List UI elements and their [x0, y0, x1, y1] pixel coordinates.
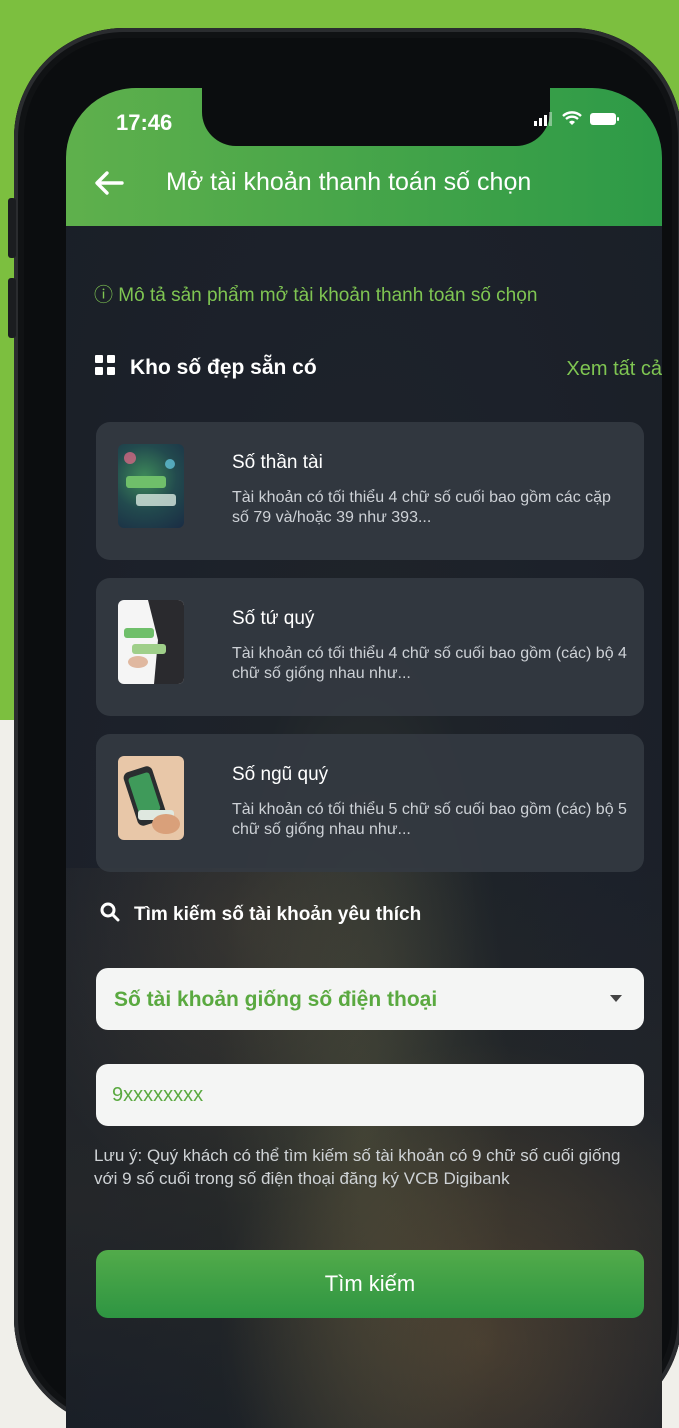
- number-type-card[interactable]: Số thần tài Tài khoản có tối thiểu 4 chữ…: [96, 422, 644, 560]
- status-time: 17:46: [116, 110, 173, 135]
- search-icon: [100, 902, 120, 928]
- phone-frame: 17:46 Mở tài khoản thanh toán số chọn ⓘ …: [8, 28, 679, 1428]
- chevron-down-icon: [610, 995, 622, 1002]
- back-arrow-icon[interactable]: [92, 166, 126, 200]
- card-description: Tài khoản có tối thiểu 5 chữ số cuối bao…: [232, 801, 627, 838]
- grid-icon: [94, 354, 116, 382]
- select-value: Số tài khoản giống số điện thoại: [114, 988, 438, 1011]
- search-title: Tìm kiếm số tài khoản yêu thích: [134, 904, 422, 925]
- card-title: Số thần tài: [232, 452, 323, 473]
- number-type-card[interactable]: Số tứ quý Tài khoản có tối thiểu 4 chữ s…: [96, 578, 644, 716]
- card-description: Tài khoản có tối thiểu 4 chữ số cuối bao…: [232, 645, 627, 682]
- card-thumbnail-image: [118, 444, 184, 528]
- volume-button: [8, 278, 16, 338]
- card-description: Tài khoản có tối thiểu 4 chữ số cuối bao…: [232, 489, 611, 526]
- gallery-title: Kho số đẹp sẵn có: [130, 356, 317, 379]
- phone-notch: [202, 88, 550, 146]
- card-title: Số tứ quý: [232, 608, 315, 629]
- number-type-card[interactable]: Số ngũ quý Tài khoản có tối thiểu 5 chữ …: [96, 734, 644, 872]
- page-title: Mở tài khoản thanh toán số chọn: [166, 168, 532, 196]
- input-value: 9xxxxxxxx: [112, 1084, 204, 1106]
- product-description-link[interactable]: ⓘ Mô tả sản phẩm mở tài khoản thanh toán…: [94, 280, 537, 307]
- see-all-link[interactable]: Xem tất cả: [566, 358, 662, 381]
- search-type-select[interactable]: Số tài khoản giống số điện thoại: [96, 968, 644, 1030]
- card-thumbnail-image: [118, 756, 184, 840]
- battery-icon: [590, 110, 620, 131]
- card-title: Số ngũ quý: [232, 764, 329, 785]
- signal-icon: [534, 110, 554, 131]
- volume-button: [8, 198, 16, 258]
- gallery-heading: Kho số đẹp sẵn có: [94, 354, 317, 382]
- search-note: Lưu ý: Quý khách có thể tìm kiếm số tài …: [94, 1146, 621, 1188]
- account-number-input[interactable]: 9xxxxxxxx: [96, 1064, 644, 1126]
- search-heading: Tìm kiếm số tài khoản yêu thích: [100, 902, 421, 928]
- app-header: 17:46 Mở tài khoản thanh toán số chọn: [66, 88, 662, 226]
- status-icons: [534, 110, 620, 131]
- search-button[interactable]: Tìm kiếm: [96, 1250, 644, 1318]
- card-thumbnail-image: [118, 600, 184, 684]
- wifi-icon: [562, 110, 582, 131]
- app-screen: 17:46 Mở tài khoản thanh toán số chọn ⓘ …: [66, 88, 662, 1428]
